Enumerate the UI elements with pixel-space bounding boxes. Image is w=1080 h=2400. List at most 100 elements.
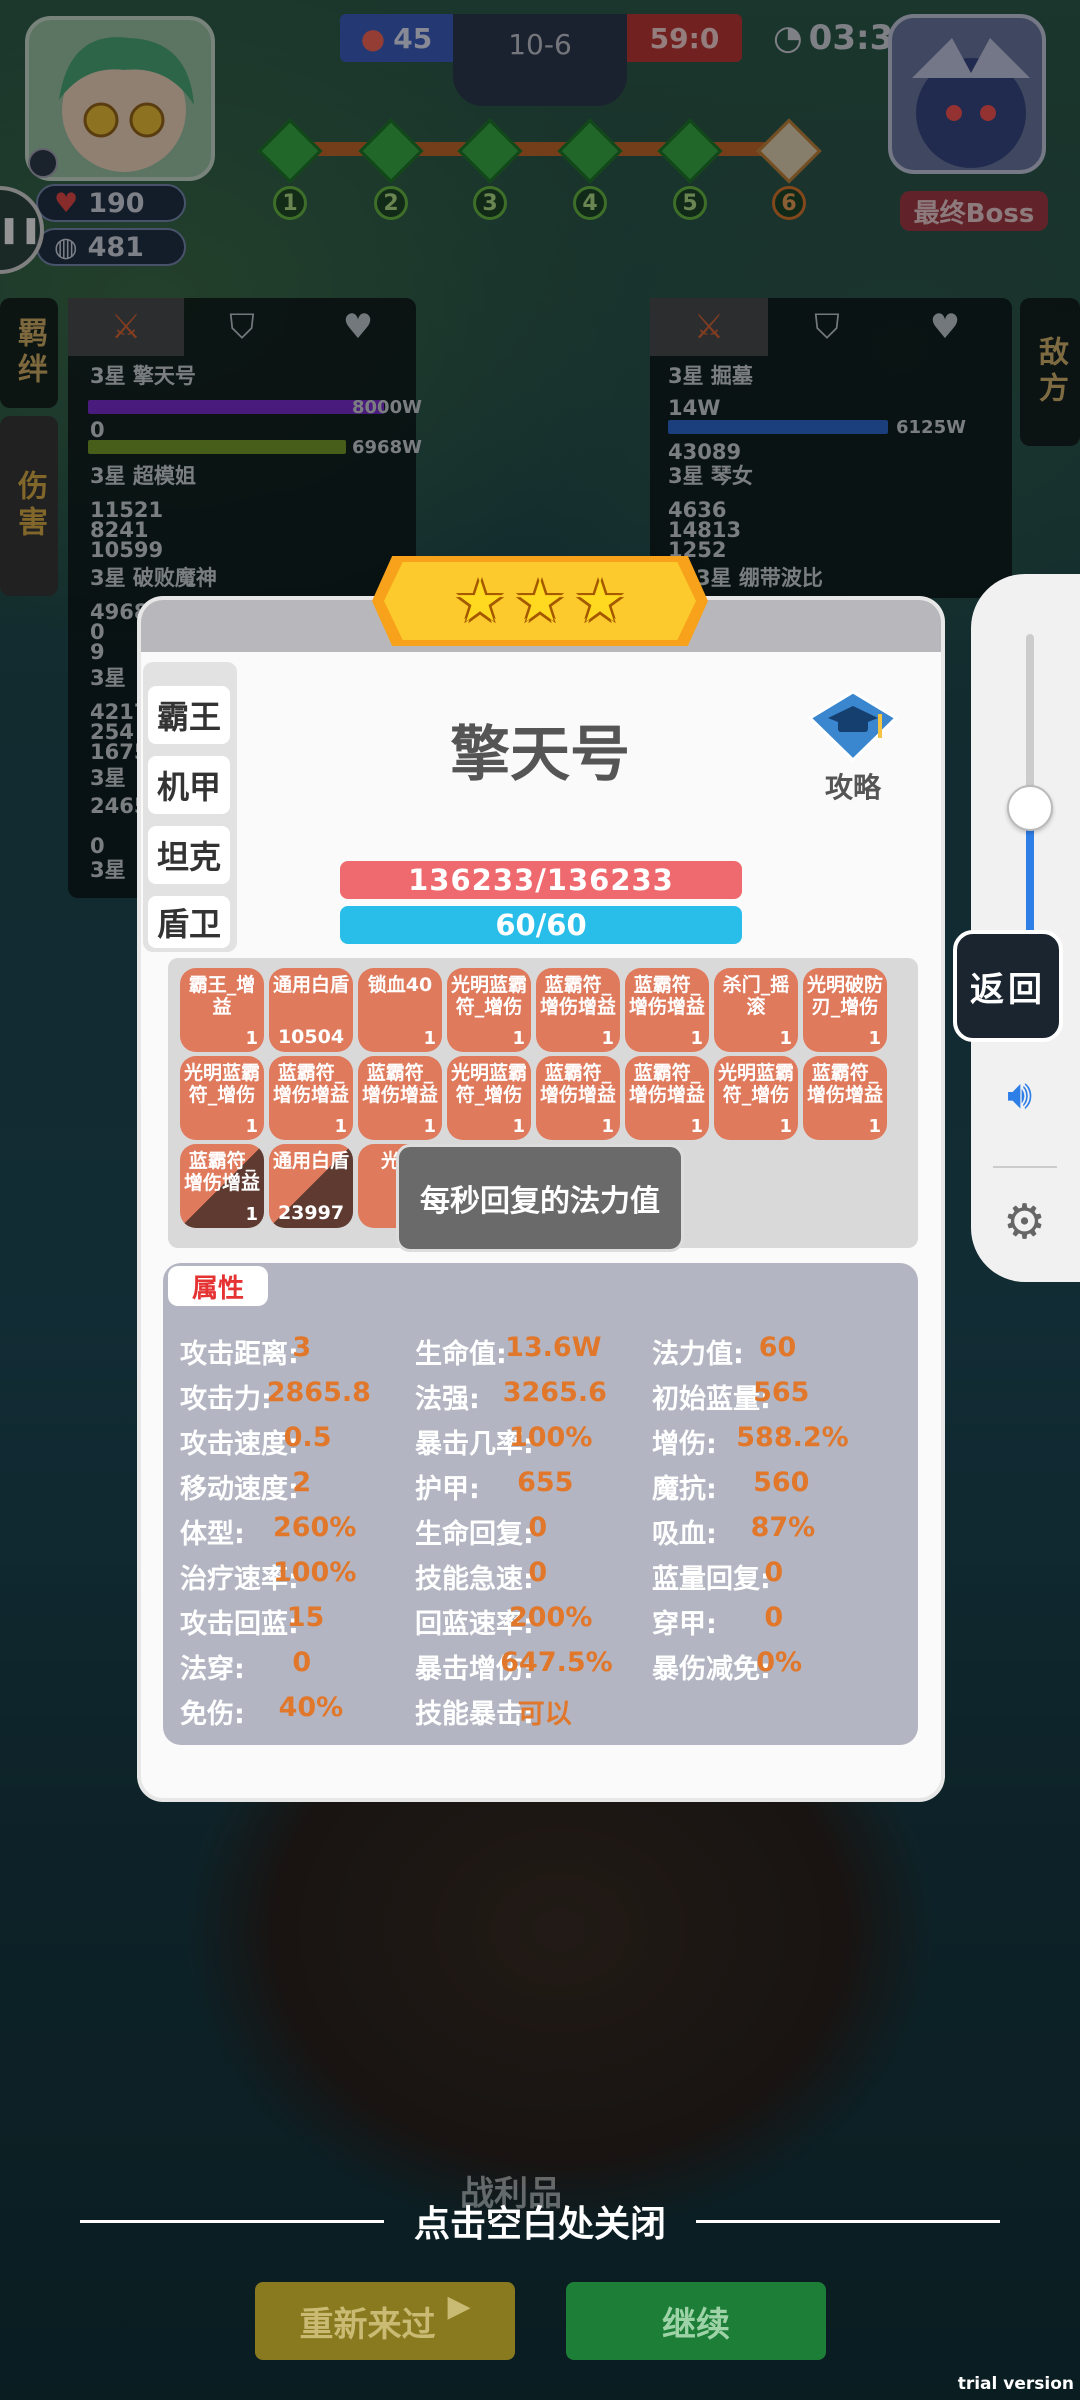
stat-label[interactable]: 技能急速:	[415, 1557, 534, 1596]
stat-value: 0	[528, 1512, 548, 1543]
stat-value: 565	[753, 1377, 810, 1408]
divider-line	[696, 2219, 1001, 2223]
speaker-icon[interactable]: 🔊︎	[1007, 1072, 1032, 1118]
close-hint[interactable]: 点击空白处关闭	[80, 2196, 1001, 2246]
stat-label[interactable]: 法力值:	[652, 1332, 744, 1371]
divider	[993, 1166, 1057, 1168]
equipment-item[interactable]: 蓝霸符_增伤增益 1	[536, 1056, 620, 1140]
equipment-item-count: 1	[245, 1028, 258, 1049]
trait-tag[interactable]: 盾卫	[148, 896, 230, 948]
stat-label[interactable]: 攻击回蓝:	[180, 1602, 299, 1641]
equipment-item[interactable]: 光明蓝霸符_增伤 1	[447, 1056, 531, 1140]
equipment-item-count: 1	[868, 1028, 881, 1049]
stat-label[interactable]: 生命回复:	[415, 1512, 534, 1551]
equipment-item-count: 1	[690, 1116, 703, 1137]
star-icon: ★	[514, 567, 566, 635]
equipment-item[interactable]: 蓝霸符_增伤增益 1	[625, 968, 709, 1052]
stat-value: 0	[764, 1602, 784, 1633]
stat-value: 0%	[756, 1647, 803, 1678]
equipment-item-label: 杀门_摇滚	[722, 974, 790, 1018]
stat-value: 3265.6	[502, 1377, 607, 1408]
trial-watermark: trial version	[957, 2374, 1074, 2394]
stat-label[interactable]: 攻击力:	[180, 1377, 272, 1416]
equipment-item[interactable]: 杀门_摇滚 1	[714, 968, 798, 1052]
equipment-item-label: 光明蓝霸符_增伤	[450, 1062, 527, 1106]
equipment-item-label: 蓝霸符_增伤增益	[628, 1062, 705, 1106]
equipment-item[interactable]: 蓝霸符_增伤增益 1	[803, 1056, 887, 1140]
star-rating: ★ ★ ★	[372, 556, 708, 646]
equipment-item[interactable]: 通用白盾 23997	[269, 1144, 353, 1228]
stat-label[interactable]: 体型:	[180, 1512, 245, 1551]
continue-button[interactable]: 继续	[566, 2282, 826, 2360]
retry-label: 重新来过	[299, 2304, 436, 2345]
equipment-item-count: 1	[779, 1116, 792, 1137]
equipment-item-count: 1	[245, 1204, 258, 1225]
equipment-item[interactable]: 光明蓝霸符_增伤 1	[447, 968, 531, 1052]
unit-name: 擎天号	[450, 720, 630, 790]
stat-label[interactable]: 技能暴击:	[415, 1692, 534, 1731]
equipment-item-value: 10504	[277, 1026, 345, 1048]
guide-button[interactable]: 攻略	[806, 688, 900, 804]
trait-tag[interactable]: 机甲	[148, 756, 230, 814]
stat-value: 87%	[750, 1512, 816, 1543]
equipment-item[interactable]: 蓝霸符_增伤增益 1	[536, 968, 620, 1052]
equipment-item[interactable]: 蓝霸符_增伤增益 1	[180, 1144, 264, 1228]
stat-value: 100%	[272, 1557, 357, 1588]
equipment-item[interactable]: 蓝霸符_增伤增益 1	[269, 1056, 353, 1140]
equipment-item[interactable]: 光明蓝霸符_增伤 1	[180, 1056, 264, 1140]
stat-label[interactable]: 魔抗:	[652, 1467, 717, 1506]
graduation-cap-icon	[807, 690, 899, 763]
equipment-item-label: 光明蓝霸符_增伤	[450, 974, 527, 1018]
stat-value: 100%	[508, 1422, 593, 1453]
stat-label[interactable]: 吸血:	[652, 1512, 717, 1551]
stat-value: 560	[753, 1467, 810, 1498]
stat-value: 0	[764, 1557, 784, 1588]
stat-label[interactable]: 护甲:	[415, 1467, 480, 1506]
stat-label[interactable]: 暴伤减免:	[652, 1647, 771, 1686]
equipment-item-count: 1	[868, 1116, 881, 1137]
equipment-item-label: 蓝霸符_增伤增益	[183, 1150, 260, 1194]
equipment-item-label: 霸王_增益	[188, 974, 256, 1018]
back-button[interactable]: 返回	[953, 930, 1063, 1042]
equipment-item-label: 通用白盾	[272, 1150, 349, 1172]
stat-label[interactable]: 法穿:	[180, 1647, 245, 1686]
stat-label[interactable]: 生命值:	[415, 1332, 507, 1371]
stat-value: 588.2%	[736, 1422, 849, 1453]
equipment-item-count: 1	[334, 1116, 347, 1137]
equipment-item-label: 光明蓝霸符_增伤	[717, 1062, 794, 1106]
stat-label[interactable]: 免伤:	[180, 1692, 245, 1731]
equipment-item-count: 1	[423, 1116, 436, 1137]
stat-tooltip: 每秒回复的法力值	[396, 1144, 684, 1252]
equipment-item-label: 光明破防刃_增伤	[806, 974, 883, 1018]
equipment-item[interactable]: 蓝霸符_增伤增益 1	[625, 1056, 709, 1140]
equipment-item[interactable]: 蓝霸符_增伤增益 1	[358, 1056, 442, 1140]
stat-label[interactable]: 增伤:	[652, 1422, 717, 1461]
stat-label[interactable]: 移动速度:	[180, 1467, 299, 1506]
stat-label[interactable]: 法强:	[415, 1377, 480, 1416]
gear-icon[interactable]: ⚙	[1003, 1194, 1046, 1250]
stat-label[interactable]: 穿甲:	[652, 1602, 717, 1641]
star-icon: ★	[454, 567, 506, 635]
retry-button[interactable]: 重新来过 ▶	[255, 2282, 515, 2360]
equipment-item[interactable]: 光明破防刃_增伤 1	[803, 968, 887, 1052]
stat-label[interactable]: 攻击速度:	[180, 1422, 299, 1461]
mp-bar: 60/60	[340, 906, 742, 944]
stat-label[interactable]: 攻击距离:	[180, 1332, 299, 1371]
equipment-item[interactable]: 霸王_增益 1	[180, 968, 264, 1052]
equipment-item-label: 蓝霸符_增伤增益	[361, 1062, 438, 1106]
stat-label[interactable]: 蓝量回复:	[652, 1557, 771, 1596]
volume-slider-knob[interactable]	[1007, 785, 1053, 831]
equipment-item-label: 锁血40	[367, 974, 433, 996]
equipment-item[interactable]: 通用白盾 10504	[269, 968, 353, 1052]
stat-value: 60	[758, 1332, 797, 1363]
equipment-item-label: 蓝霸符_增伤增益	[539, 1062, 616, 1106]
equipment-item[interactable]: 锁血40 1	[358, 968, 442, 1052]
trait-tag[interactable]: 霸王	[148, 686, 230, 744]
equipment-item-label: 光明蓝霸符_增伤	[183, 1062, 260, 1106]
trait-tag[interactable]: 坦克	[148, 826, 230, 884]
equipment-item-count: 1	[779, 1028, 792, 1049]
stat-value: 200%	[508, 1602, 593, 1633]
equipment-item-label: 蓝霸符_增伤增益	[272, 1062, 349, 1106]
video-icon: ▶	[447, 2288, 471, 2324]
equipment-item[interactable]: 光明蓝霸符_增伤 1	[714, 1056, 798, 1140]
